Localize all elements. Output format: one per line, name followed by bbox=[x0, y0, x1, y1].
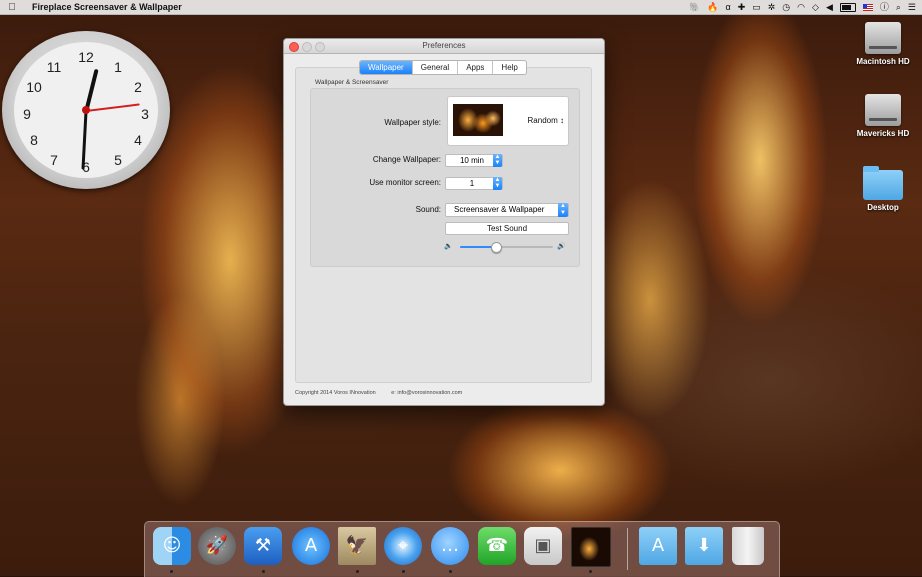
sound-popup[interactable]: Screensaver & Wallpaper ▲ ▼ bbox=[445, 203, 569, 217]
app-store-icon[interactable]: A bbox=[292, 527, 330, 565]
running-indicator bbox=[262, 570, 265, 573]
hard-drive-icon bbox=[865, 94, 901, 126]
clock-numeral: 2 bbox=[134, 79, 142, 95]
cursive-icon[interactable]: α bbox=[725, 0, 730, 14]
tab-bar: Wallpaper General Apps Help bbox=[359, 60, 527, 75]
running-indicator bbox=[170, 570, 173, 573]
test-sound-button[interactable]: Test Sound bbox=[445, 222, 569, 235]
clock-numeral: 11 bbox=[46, 59, 62, 75]
messages-icon[interactable]: … bbox=[431, 527, 469, 565]
running-indicator bbox=[402, 570, 405, 573]
clock-numeral: 12 bbox=[78, 49, 94, 65]
bluetooth-icon[interactable]: ✲ bbox=[768, 0, 776, 14]
photo-browser-icon[interactable]: ▣ bbox=[524, 527, 562, 565]
desktop-icon-mavericks-hd[interactable]: Mavericks HD bbox=[848, 94, 918, 138]
wallpaper-style-value: Random ↕ bbox=[527, 116, 564, 125]
battery-icon[interactable] bbox=[839, 2, 856, 12]
tab-general[interactable]: General bbox=[413, 61, 459, 74]
search-icon[interactable]: ⌕ bbox=[896, 0, 901, 14]
clock-numeral: 10 bbox=[26, 79, 42, 95]
running-indicator bbox=[449, 570, 452, 573]
clock-numeral: 4 bbox=[134, 132, 142, 148]
plus-icon[interactable]: ✚ bbox=[738, 0, 746, 14]
tab-apps[interactable]: Apps bbox=[458, 61, 494, 74]
tab-wallpaper[interactable]: Wallpaper bbox=[360, 61, 413, 74]
status-icons: 🐘 🔥 α ✚ ▭ ✲ ◷ ◠ ◇ ◀ ⓘ ⌕ ☰ bbox=[689, 0, 916, 14]
clock-numeral: 5 bbox=[114, 152, 122, 168]
wallpaper-preview-thumbnail bbox=[453, 104, 503, 136]
volume-icon[interactable]: ◀ bbox=[826, 0, 833, 14]
xcode-icon[interactable]: ⚒ bbox=[244, 527, 282, 565]
clock-numeral: 8 bbox=[30, 132, 38, 148]
menu-bar:  Fireplace Screensaver & Wallpaper 🐘 🔥 … bbox=[0, 0, 922, 15]
wifi-icon[interactable]: ◠ bbox=[797, 0, 805, 14]
clock-numeral: 7 bbox=[50, 152, 58, 168]
wallpaper-style-selector[interactable]: Random ↕ bbox=[447, 96, 569, 146]
facetime-icon[interactable]: ☎ bbox=[478, 527, 516, 565]
desktop-icon-desktop[interactable]: Desktop bbox=[848, 166, 918, 212]
stepper-arrows-icon[interactable]: ▲ ▼ bbox=[493, 177, 502, 190]
clock-face: 12 1 2 3 4 5 6 7 8 9 10 11 bbox=[14, 42, 158, 178]
running-indicator bbox=[589, 570, 592, 573]
time-machine-icon[interactable]: ◷ bbox=[782, 0, 790, 14]
finder-icon[interactable]: ☺ bbox=[153, 527, 191, 565]
dropbox-icon[interactable]: ◇ bbox=[812, 0, 819, 14]
safari-icon[interactable]: ⌖ bbox=[384, 527, 422, 565]
change-wallpaper-value: 10 min bbox=[459, 156, 484, 165]
analog-clock-widget: 12 1 2 3 4 5 6 7 8 9 10 11 bbox=[2, 31, 170, 189]
trash-icon[interactable] bbox=[732, 527, 764, 565]
clock-numeral: 9 bbox=[23, 106, 31, 122]
launchpad-icon[interactable]: 🚀 bbox=[198, 527, 236, 565]
contact-email: e: info@vorosinnovation.com bbox=[391, 390, 463, 396]
volume-slider[interactable] bbox=[460, 242, 553, 253]
folder-icon bbox=[863, 166, 903, 200]
desktop-icon-label: Desktop bbox=[867, 203, 899, 212]
desktop-icon-macintosh-hd[interactable]: Macintosh HD bbox=[848, 22, 918, 66]
running-indicator bbox=[356, 570, 359, 573]
flame-icon[interactable]: 🔥 bbox=[707, 0, 718, 14]
clock-center bbox=[82, 106, 90, 114]
info-icon[interactable]: ⓘ bbox=[880, 0, 889, 14]
copyright-text: Copyright 2014 Voros INnovation bbox=[295, 390, 376, 396]
popup-arrows-icon[interactable]: ▲ ▼ bbox=[558, 203, 568, 217]
desktop-icon-label: Mavericks HD bbox=[856, 129, 910, 138]
fireplace-app-icon[interactable] bbox=[571, 527, 611, 567]
hard-drive-icon bbox=[865, 22, 901, 54]
flag-icon[interactable] bbox=[862, 3, 873, 11]
airplay-icon[interactable]: ▭ bbox=[752, 0, 761, 14]
monitor-screen-label: Use monitor screen: bbox=[369, 178, 441, 187]
change-wallpaper-stepper[interactable]: 10 min ▲ ▼ bbox=[445, 154, 503, 167]
applications-folder-icon[interactable]: A bbox=[639, 527, 677, 565]
list-icon[interactable]: ☰ bbox=[908, 0, 916, 14]
tab-help[interactable]: Help bbox=[493, 61, 525, 74]
dock-separator bbox=[627, 528, 628, 570]
window-footer: Copyright 2014 Voros INnovation e: info@… bbox=[295, 390, 462, 396]
second-hand bbox=[85, 103, 140, 112]
evernote-icon[interactable]: 🐘 bbox=[689, 0, 700, 14]
app-menu-name[interactable]: Fireplace Screensaver & Wallpaper bbox=[32, 2, 182, 12]
preview-icon[interactable]: 🦅 bbox=[338, 527, 376, 565]
wallpaper-style-label: Wallpaper style: bbox=[384, 118, 441, 127]
sound-label: Sound: bbox=[415, 205, 441, 214]
clock-numeral: 3 bbox=[141, 106, 149, 122]
volume-slider-fill bbox=[460, 246, 496, 248]
volume-high-icon: 🔊 bbox=[557, 243, 566, 250]
clock-numeral: 1 bbox=[114, 59, 122, 75]
group-title: Wallpaper & Screensaver bbox=[315, 79, 389, 86]
change-wallpaper-label: Change Wallpaper: bbox=[372, 155, 441, 164]
window-title: Preferences bbox=[422, 41, 466, 50]
sound-value: Screensaver & Wallpaper bbox=[454, 205, 545, 214]
apple-menu-icon[interactable]:  bbox=[0, 2, 24, 13]
monitor-screen-value: 1 bbox=[469, 179, 475, 188]
downloads-folder-icon[interactable]: ⬇ bbox=[685, 527, 723, 565]
stepper-arrows-icon[interactable]: ▲ ▼ bbox=[493, 154, 502, 167]
window-titlebar[interactable]: Preferences bbox=[284, 39, 604, 54]
preferences-window: Preferences Wallpaper General Apps Help … bbox=[283, 38, 605, 406]
desktop-icon-label: Macintosh HD bbox=[856, 57, 910, 66]
monitor-screen-stepper[interactable]: 1 ▲ ▼ bbox=[445, 177, 503, 190]
volume-low-icon: 🔈 bbox=[444, 243, 453, 250]
dock: ☺ 🚀 ⚒ A 🦅 ⌖ … ☎ ▣ A ⬇ bbox=[144, 521, 780, 577]
